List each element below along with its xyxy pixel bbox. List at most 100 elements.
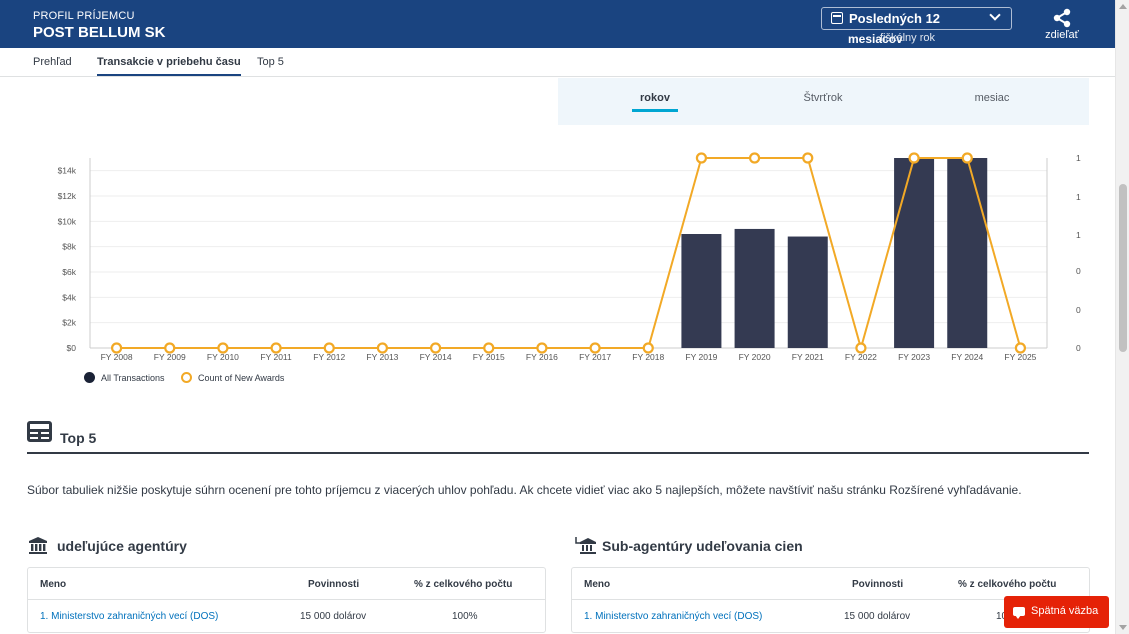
col-header-obligations[interactable]: Povinnosti	[852, 579, 903, 590]
y-left-tick-label: $8k	[62, 242, 76, 252]
recipient-header: PROFIL PRÍJEMCU POST BELLUM SK Poslednýc…	[0, 0, 1115, 48]
period-quarter[interactable]: Štvrťrok	[763, 92, 883, 104]
top5-description: Súbor tabuliek nižšie poskytuje súhrn oc…	[27, 483, 1022, 497]
legend-label-awards: Count of New Awards	[198, 372, 285, 383]
chart-legend: All Transactions Count of New Awards	[84, 372, 298, 385]
y-left-tick-label: $14k	[58, 166, 77, 176]
col-header-obligations[interactable]: Povinnosti	[308, 579, 359, 590]
percent-value: 100%	[452, 611, 478, 622]
share-icon	[1053, 8, 1071, 28]
awarding-agencies-table: Meno Povinnosti % z celkového počtu 1. M…	[27, 567, 546, 633]
top5-header: Top 5	[27, 421, 1089, 454]
bar	[787, 236, 828, 348]
x-tick-label: FY 2018	[632, 352, 664, 362]
y-left-tick-label: $4k	[62, 292, 76, 302]
bar	[681, 234, 722, 348]
x-tick-label: FY 2013	[366, 352, 398, 362]
award-count-point	[748, 152, 761, 164]
x-tick-label: FY 2020	[739, 352, 771, 362]
col-header-percent[interactable]: % z celkového počtu	[958, 579, 1056, 590]
share-label: zdieľať	[1045, 29, 1079, 41]
fiscal-year-select[interactable]: Posledných 12	[821, 7, 1012, 30]
col-header-percent[interactable]: % z celkového počtu	[414, 579, 512, 590]
y-left-tick-label: $6k	[62, 267, 76, 277]
legend-item-awards[interactable]: Count of New Awards	[181, 372, 284, 383]
x-tick-label: FY 2025	[1004, 352, 1036, 362]
y-right-tick-label: 1	[1076, 230, 1081, 240]
x-tick-label: FY 2021	[792, 352, 824, 362]
period-month[interactable]: mesiac	[932, 92, 1052, 104]
recipient-name: POST BELLUM SK	[33, 24, 166, 41]
y-left-tick-label: $2k	[62, 318, 76, 328]
legend-swatch-awards	[181, 372, 193, 383]
share-button[interactable]: zdieľať	[1040, 8, 1084, 41]
award-count-line	[116, 157, 1022, 352]
bank-icon	[29, 537, 47, 554]
y-left-tick-label: $12k	[58, 191, 77, 201]
legend-item-transactions[interactable]: All Transactions	[84, 372, 165, 383]
award-count-point	[802, 152, 814, 164]
table-icon	[27, 421, 52, 442]
y-right-tick-label: 0	[1076, 266, 1081, 276]
y-left-tick-label: $0	[67, 343, 77, 353]
x-tick-label: FY 2022	[845, 352, 877, 362]
award-count-point	[961, 152, 973, 164]
obligation-value: 15 000 dolárov	[300, 611, 367, 622]
tab-transactions-over-time[interactable]: Transakcie v priebehu času	[97, 56, 241, 76]
y-right-tick-label: 0	[1076, 343, 1081, 353]
col-header-name[interactable]: Meno	[584, 579, 610, 590]
chevron-down-icon	[989, 9, 1001, 21]
y-right-tick-label: 1	[1076, 192, 1081, 202]
scrollbar-thumb[interactable]	[1119, 184, 1127, 352]
x-tick-label: FY 2024	[951, 352, 983, 362]
award-count-point	[908, 152, 920, 164]
calendar-icon	[831, 12, 843, 24]
x-tick-label: FY 2010	[207, 352, 239, 362]
tab-overview[interactable]: Prehľad	[33, 56, 72, 68]
x-tick-label: FY 2015	[473, 352, 505, 362]
bar	[894, 158, 935, 348]
sub-agencies-label: Sub-agentúry udeľovania cien	[602, 538, 803, 554]
top5-title: Top 5	[60, 430, 97, 446]
x-tick-label: FY 2016	[526, 352, 558, 362]
period-active-indicator	[632, 109, 678, 112]
x-tick-label: FY 2012	[313, 352, 345, 362]
profile-tabs: Prehľad Transakcie v priebehu času Top 5	[0, 48, 1115, 77]
awarding-agencies-label: udeľujúce agentúry	[57, 538, 187, 554]
bar	[734, 228, 775, 348]
x-tick-label: FY 2019	[685, 352, 717, 362]
profile-eyebrow: PROFIL PRÍJEMCU	[33, 10, 135, 22]
agency-link[interactable]: 1. Ministerstvo zahraničných vecí (DOS)	[40, 611, 218, 622]
table-header-row: Meno Povinnosti % z celkového počtu	[28, 568, 545, 600]
period-toggle: rokov Štvrťrok mesiac	[558, 78, 1089, 125]
x-tick-label: FY 2014	[420, 352, 452, 362]
awarding-agencies-title: udeľujúce agentúry	[29, 537, 187, 554]
agency-link[interactable]: 1. Ministerstvo zahraničných vecí (DOS)	[584, 611, 762, 622]
transactions-chart: $0 $2k $4k $6k $8k $10k $12k $14k 0 0 0 1 1 1 FY 2008 F…	[0, 140, 1115, 370]
x-tick-label: FY 2008	[101, 352, 133, 362]
table-row: 1. Ministerstvo zahraničných vecí (DOS) …	[28, 600, 545, 634]
fiscal-year-select-value: Posledných 12	[849, 11, 941, 26]
scroll-up-arrow-icon[interactable]	[1119, 4, 1127, 9]
legend-swatch-transactions	[84, 372, 95, 383]
sub-agencies-title: Sub-agentúry udeľovania cien	[575, 537, 803, 554]
chart-svg: $0 $2k $4k $6k $8k $10k $12k $14k 0 0 0 1 1 1 FY 2008 F…	[58, 152, 1081, 362]
y-left-tick-label: $10k	[58, 216, 77, 226]
obligation-value: 15 000 dolárov	[844, 611, 911, 622]
legend-label-transactions: All Transactions	[101, 372, 165, 383]
y-right-tick-label: 1	[1076, 153, 1081, 163]
x-tick-label: FY 2023	[898, 352, 930, 362]
period-years[interactable]: rokov	[595, 92, 715, 104]
bar	[947, 158, 988, 348]
sub-agency-icon	[575, 537, 596, 554]
x-tick-label: FY 2011	[260, 352, 292, 362]
award-count-point	[695, 152, 708, 164]
tab-top5[interactable]: Top 5	[257, 56, 284, 68]
page-scrollbar[interactable]	[1115, 0, 1129, 634]
fiscal-year-select-sub2: fiškálny rok	[880, 32, 936, 44]
x-tick-label: FY 2009	[154, 352, 186, 362]
col-header-name[interactable]: Meno	[40, 579, 66, 590]
feedback-button[interactable]: Spätná väzba	[1004, 596, 1109, 628]
scroll-down-arrow-icon[interactable]	[1119, 625, 1127, 630]
chat-bubble-icon	[1013, 607, 1025, 619]
